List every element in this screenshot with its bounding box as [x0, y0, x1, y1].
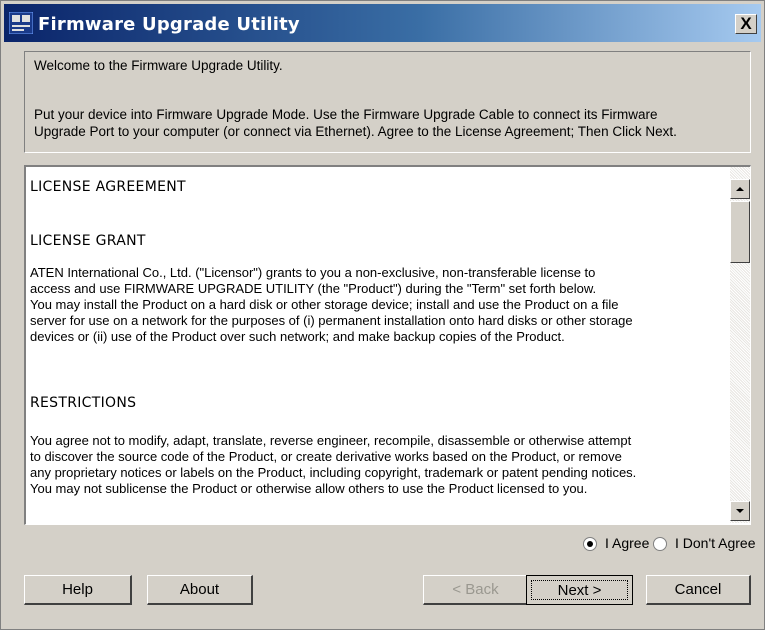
focus-rectangle	[531, 580, 628, 600]
help-button[interactable]: Help	[24, 575, 132, 605]
restrictions-line: You may not sublicense the Product or ot…	[30, 481, 588, 496]
restrictions-line: to discover the source code of the Produ…	[30, 449, 622, 464]
grant-line: You may install the Product on a hard di…	[30, 297, 619, 312]
grant-line: server for use on a network for the purp…	[30, 313, 633, 328]
next-button[interactable]: Next >	[526, 575, 633, 605]
agree-radio[interactable]	[583, 537, 597, 551]
license-content: LICENSE AGREEMENT LICENSE GRANT ATEN Int…	[26, 167, 729, 523]
cancel-button[interactable]: Cancel	[646, 575, 751, 605]
restrictions-line: You agree not to modify, adapt, translat…	[30, 433, 632, 448]
restrictions-line: any proprietary notices or labels on the…	[30, 465, 637, 480]
license-heading: LICENSE AGREEMENT	[30, 179, 186, 195]
scroll-up-button[interactable]	[730, 179, 750, 199]
back-button-label: < Back	[452, 581, 499, 598]
grant-line: access and use FIRMWARE UPGRADE UTILITY …	[30, 281, 597, 296]
triangle-up-icon	[736, 187, 744, 191]
grant-line: ATEN International Co., Ltd. ("Licensor"…	[30, 265, 596, 280]
scroll-down-button[interactable]	[730, 501, 750, 521]
scroll-thumb[interactable]	[730, 201, 750, 263]
close-icon: X	[740, 14, 752, 33]
grant-line: devices or (ii) use of the Product over …	[30, 329, 565, 344]
about-button-label: About	[179, 581, 220, 598]
back-button[interactable]: < Back	[423, 575, 529, 605]
instructions-panel: Welcome to the Firmware Upgrade Utility.…	[24, 51, 751, 153]
restrictions-heading: RESTRICTIONS	[30, 395, 137, 411]
window-title: Firmware Upgrade Utility	[38, 14, 300, 35]
welcome-text: Welcome to the Firmware Upgrade Utility.	[34, 58, 283, 73]
vertical-scrollbar[interactable]	[730, 167, 750, 523]
title-bar[interactable]: Firmware Upgrade Utility X	[4, 4, 761, 42]
firmware-upgrade-window: Firmware Upgrade Utility X Welcome to th…	[0, 0, 765, 630]
license-text-area[interactable]: LICENSE AGREEMENT LICENSE GRANT ATEN Int…	[24, 165, 751, 525]
triangle-down-icon	[736, 509, 744, 513]
instruction-line-2: Upgrade Port to your computer (or connec…	[34, 124, 677, 139]
grant-heading: LICENSE GRANT	[30, 233, 146, 249]
disagree-label: I Don't Agree	[675, 535, 756, 551]
about-button[interactable]: About	[147, 575, 253, 605]
agree-label: I Agree	[605, 535, 650, 551]
disagree-radio[interactable]	[653, 537, 667, 551]
app-icon	[9, 12, 33, 34]
radio-selected-dot	[587, 541, 593, 547]
close-button[interactable]: X	[735, 14, 757, 34]
help-button-label: Help	[62, 581, 93, 598]
cancel-button-label: Cancel	[674, 581, 722, 598]
instruction-line-1: Put your device into Firmware Upgrade Mo…	[34, 107, 658, 122]
